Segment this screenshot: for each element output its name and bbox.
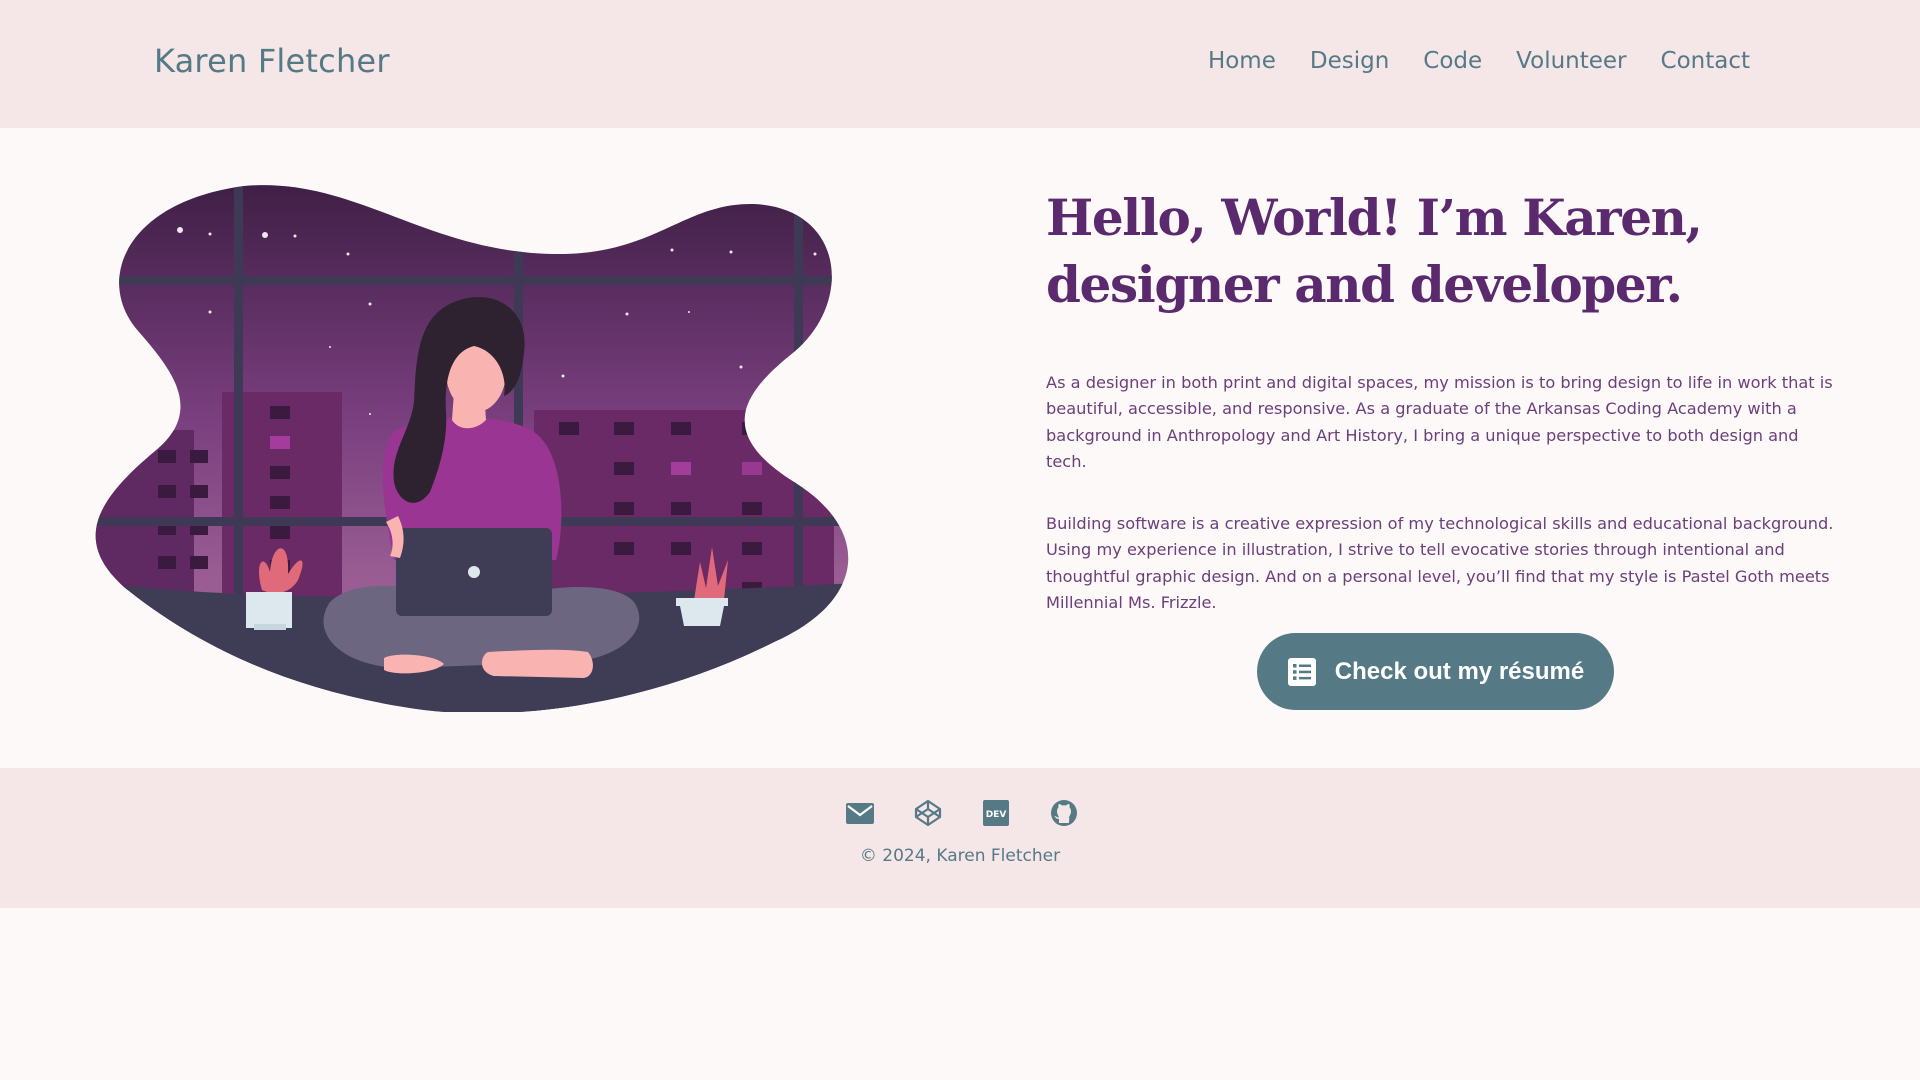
document-list-icon	[1287, 657, 1316, 686]
intro-paragraph-1: As a designer in both print and digital …	[1046, 373, 1833, 472]
main-nav: Home Design Code Volunteer Contact	[1208, 48, 1750, 74]
brand-logo-text[interactable]: Karen Fletcher	[154, 42, 390, 80]
nav-volunteer[interactable]: Volunteer	[1516, 48, 1626, 74]
codepen-link[interactable]	[913, 798, 943, 828]
hero-illustration	[95, 185, 849, 712]
codepen-icon	[914, 799, 942, 827]
resume-button[interactable]: Check out my résumé	[1257, 633, 1614, 710]
site-header: Karen Fletcher Home Design Code Voluntee…	[0, 0, 1920, 128]
email-link[interactable]	[845, 798, 875, 828]
nav-design[interactable]: Design	[1310, 48, 1389, 74]
intro-paragraph-2: Building software is a creative expressi…	[1046, 514, 1834, 613]
email-icon	[846, 803, 874, 824]
nav-home[interactable]: Home	[1208, 48, 1276, 74]
github-link[interactable]	[1049, 798, 1079, 828]
resume-button-label: Check out my résumé	[1334, 657, 1585, 685]
nav-contact[interactable]: Contact	[1661, 48, 1750, 74]
github-icon	[1051, 800, 1077, 826]
copyright-text: © 2024, Karen Fletcher	[859, 846, 1061, 866]
nav-code[interactable]: Code	[1423, 48, 1482, 74]
site-footer: DEV © 2024, Karen Fletcher	[0, 768, 1920, 908]
social-links: DEV	[845, 798, 1079, 828]
hero-headline: Hello, World! I’m Karen, designer and de…	[1046, 188, 1703, 314]
dev-icon: DEV	[983, 800, 1009, 826]
dev-link[interactable]: DEV	[981, 798, 1011, 828]
dev-badge-text: DEV	[986, 810, 1007, 820]
